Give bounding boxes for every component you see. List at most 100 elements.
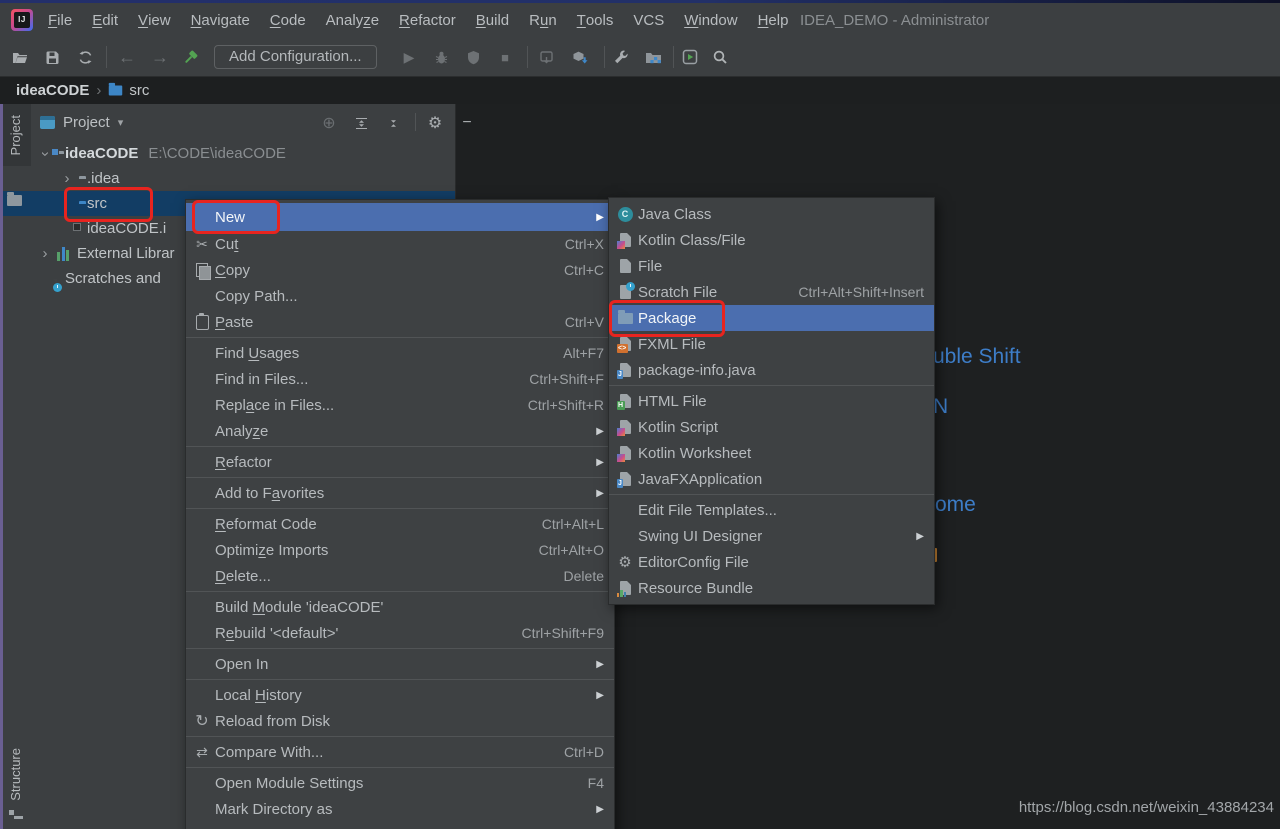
sync-icon[interactable] — [75, 47, 95, 67]
menu-item-find-usages[interactable]: Find Usages Alt+F7 — [186, 340, 614, 366]
gear-icon[interactable]: ⚙ — [426, 114, 444, 132]
submenu-item-file[interactable]: File — [609, 253, 934, 279]
stop-icon[interactable]: ■ — [495, 47, 515, 67]
submenu-item-html-file[interactable]: H HTML File — [609, 388, 934, 414]
menu-item-delete[interactable]: Delete... Delete — [186, 563, 614, 589]
menu-item-remove-bom[interactable]: Remove BOM — [186, 822, 614, 829]
toolbar-separator — [527, 46, 528, 68]
menu-item-build-module[interactable]: Build Module 'ideaCODE' — [186, 594, 614, 620]
tool-stripe-tab-project[interactable]: Project — [0, 104, 31, 166]
menu-analyze[interactable]: Analyze — [316, 3, 389, 38]
menu-run[interactable]: Run — [519, 3, 567, 38]
menu-item-copy[interactable]: Copy Ctrl+C — [186, 257, 614, 283]
fxml-file-icon: <> — [615, 335, 635, 353]
back-icon[interactable]: ← — [117, 47, 137, 67]
menu-item-copy-path[interactable]: Copy Path... — [186, 283, 614, 309]
menu-window[interactable]: Window — [674, 3, 747, 38]
build-hammer-icon[interactable] — [180, 47, 200, 67]
update-package-icon[interactable] — [570, 47, 590, 67]
main-toolbar: ← → Add Configuration... ▶ ■ — [0, 38, 1280, 77]
expand-all-icon[interactable] — [352, 114, 370, 132]
attach-debugger-icon[interactable] — [536, 47, 556, 67]
menu-item-mark-directory-as[interactable]: Mark Directory as ▶ — [186, 796, 614, 822]
collapse-all-icon[interactable] — [384, 114, 402, 132]
menu-item-reformat-code[interactable]: Reformat Code Ctrl+Alt+L — [186, 511, 614, 537]
forward-icon[interactable]: → — [150, 47, 170, 67]
menu-item-add-to-favorites[interactable]: Add to Favorites ▶ — [186, 480, 614, 506]
menu-edit[interactable]: Edit — [82, 3, 128, 38]
menu-view[interactable]: View — [128, 3, 181, 38]
submenu-item-edit-file-templates[interactable]: Edit File Templates... — [609, 497, 934, 523]
main-menu-bar: File Edit View Navigate Code Analyze Ref… — [38, 3, 798, 38]
submenu-arrow-icon: ▶ — [596, 804, 604, 815]
menu-item-compare-with[interactable]: ⇄ Compare With... Ctrl+D — [186, 739, 614, 765]
resource-bundle-icon — [615, 579, 635, 597]
menu-item-reload-from-disk[interactable]: ↻ Reload from Disk — [186, 708, 614, 734]
submenu-item-javafx-application[interactable]: J JavaFXApplication — [609, 466, 934, 492]
submenu-item-kotlin-script[interactable]: Kotlin Script — [609, 414, 934, 440]
wrench-settings-icon[interactable] — [611, 47, 631, 67]
chevron-collapsed-icon[interactable]: › — [59, 172, 75, 186]
project-structure-icon[interactable] — [643, 47, 663, 67]
submenu-item-resource-bundle[interactable]: Resource Bundle — [609, 575, 934, 601]
menu-refactor[interactable]: Refactor — [389, 3, 466, 38]
menu-item-replace-in-files[interactable]: Replace in Files... Ctrl+Shift+R — [186, 392, 614, 418]
editor-tip-fragment: uble Shift — [933, 345, 1021, 369]
breadcrumb-src[interactable]: src — [129, 82, 149, 99]
locate-file-icon[interactable]: ⊕ — [320, 114, 338, 132]
search-everywhere-icon[interactable] — [710, 47, 730, 67]
gear-icon: ⚙ — [615, 553, 635, 571]
menu-item-rebuild-default[interactable]: Rebuild '<default>' Ctrl+Shift+F9 — [186, 620, 614, 646]
submenu-item-java-class[interactable]: C Java Class — [609, 201, 934, 227]
add-configuration-button[interactable]: Add Configuration... — [214, 45, 377, 69]
reload-icon: ↻ — [192, 712, 212, 730]
submenu-item-editorconfig-file[interactable]: ⚙ EditorConfig File — [609, 549, 934, 575]
menu-item-find-in-files[interactable]: Find in Files... Ctrl+Shift+F — [186, 366, 614, 392]
menu-tools[interactable]: Tools — [567, 3, 624, 38]
menu-item-analyze[interactable]: Analyze ▶ — [186, 418, 614, 444]
tool-stripe-tab-structure[interactable]: Structure — [0, 742, 31, 806]
menu-item-open-in[interactable]: Open In ▶ — [186, 651, 614, 677]
submenu-item-kotlin-class-file[interactable]: Kotlin Class/File — [609, 227, 934, 253]
run-anything-icon[interactable] — [680, 47, 700, 67]
debug-bug-icon[interactable] — [431, 47, 451, 67]
toolbar-separator — [673, 46, 674, 68]
menu-separator — [186, 767, 614, 768]
menu-item-refactor[interactable]: Refactor ▶ — [186, 449, 614, 475]
submenu-item-kotlin-worksheet[interactable]: Kotlin Worksheet — [609, 440, 934, 466]
kotlin-file-icon — [615, 444, 635, 462]
save-icon[interactable] — [42, 47, 62, 67]
menu-build[interactable]: Build — [466, 3, 519, 38]
breadcrumb-project[interactable]: ideaCODE — [16, 82, 89, 99]
intellij-logo-icon: IJ — [11, 9, 33, 31]
menu-separator — [186, 736, 614, 737]
menu-separator — [186, 477, 614, 478]
editor-tip-fragment: ome — [935, 493, 976, 517]
menu-item-local-history[interactable]: Local History ▶ — [186, 682, 614, 708]
menu-vcs[interactable]: VCS — [623, 3, 674, 38]
run-icon[interactable]: ▶ — [399, 47, 419, 67]
libraries-icon — [57, 247, 69, 261]
open-folder-icon[interactable] — [10, 47, 30, 67]
run-with-coverage-icon[interactable] — [463, 47, 483, 67]
submenu-item-swing-ui-designer[interactable]: Swing UI Designer ▶ — [609, 523, 934, 549]
title-bar: IJ File Edit View Navigate Code Analyze … — [0, 3, 1280, 38]
menu-item-cut[interactable]: ✂ Cut Ctrl+X — [186, 231, 614, 257]
menu-item-paste[interactable]: Paste Ctrl+V — [186, 309, 614, 335]
toolbar-separator — [604, 46, 605, 68]
menu-item-optimize-imports[interactable]: Optimize Imports Ctrl+Alt+O — [186, 537, 614, 563]
submenu-item-package-info[interactable]: J package-info.java — [609, 357, 934, 383]
menu-navigate[interactable]: Navigate — [181, 3, 260, 38]
chevron-down-icon[interactable]: ▾ — [118, 116, 124, 129]
menu-help[interactable]: Help — [748, 3, 799, 38]
menu-file[interactable]: File — [38, 3, 82, 38]
hide-panel-icon[interactable]: − — [458, 114, 476, 132]
chevron-collapsed-icon[interactable]: › — [37, 247, 53, 261]
submenu-arrow-icon: ▶ — [596, 457, 604, 468]
menu-code[interactable]: Code — [260, 3, 316, 38]
chevron-expanded-icon[interactable]: › — [38, 146, 52, 162]
tree-item-project-root[interactable]: › ideaCODE E:\CODE\ideaCODE — [31, 141, 461, 166]
copy-icon — [192, 261, 212, 279]
project-panel-title[interactable]: Project — [63, 114, 110, 131]
menu-item-open-module-settings[interactable]: Open Module Settings F4 — [186, 770, 614, 796]
